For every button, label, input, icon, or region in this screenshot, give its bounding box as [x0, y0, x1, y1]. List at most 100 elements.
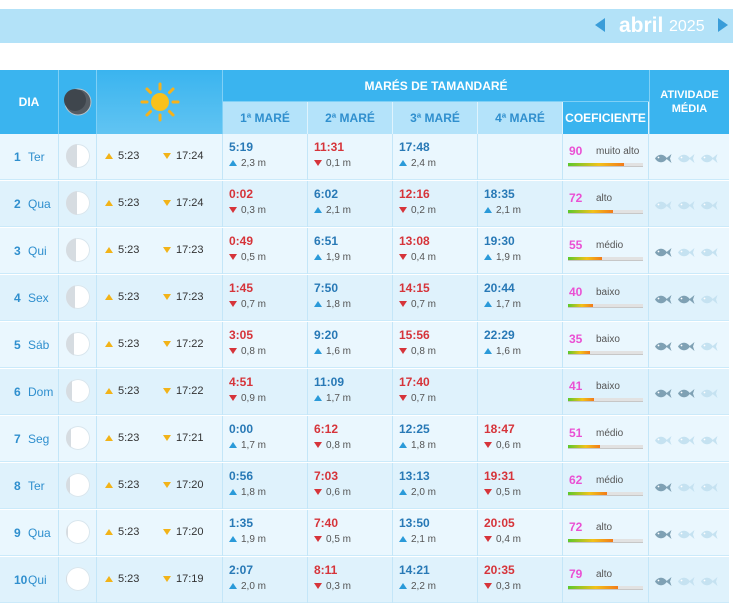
- moon-cell: [59, 322, 97, 368]
- fish-icon: [700, 527, 718, 539]
- tide-time: 11:09: [314, 375, 345, 389]
- tide-height: 0,7 m: [399, 393, 436, 404]
- tide-time: 0:56: [229, 469, 254, 483]
- tide-time: 12:25: [399, 422, 430, 436]
- day-of-week: Qui: [28, 244, 47, 258]
- fish-icon: [677, 339, 695, 351]
- activity-cell: [649, 510, 729, 556]
- moon-phase-icon: [66, 473, 90, 497]
- sunset-arrow-icon: [163, 576, 171, 583]
- tide-time: 6:02: [314, 187, 339, 201]
- tide-cell: 6:51 1,9 m: [308, 228, 393, 274]
- prev-month-arrow-icon[interactable]: [595, 18, 605, 32]
- coefficient-label: médio: [596, 240, 624, 251]
- fish-icon: [677, 527, 695, 539]
- tide-height: 1,6 m: [314, 346, 351, 357]
- sunrise-arrow-icon: [105, 576, 113, 583]
- coefficient-value: 55: [569, 238, 583, 252]
- sun-cell: 5:23 17:21: [97, 416, 223, 462]
- tide-height: 2,4 m: [399, 158, 436, 169]
- table-row: 8 Ter 5:23 17:20 0:56 1,8 m 7:03 0,6 m 13:13 2,0 …: [0, 463, 729, 509]
- tide-height: 1,9 m: [229, 534, 266, 545]
- tide-time: 6:51: [314, 234, 339, 248]
- tide-cell: 6:02 2,1 m: [308, 181, 393, 227]
- coefficient-cell: 51 médio: [563, 416, 649, 462]
- activity-cell: [649, 228, 729, 274]
- activity-cell: [649, 416, 729, 462]
- day-number: 6: [14, 385, 21, 399]
- coefficient-value: 72: [569, 191, 583, 205]
- tide-cell: 2:07 2,0 m: [223, 557, 308, 603]
- tide-height: 2,3 m: [229, 158, 266, 169]
- tide-cell: 5:19 2,3 m: [223, 134, 308, 180]
- coefficient-bar: [568, 586, 643, 590]
- high-tide-icon: [314, 348, 322, 354]
- tide-time: 4:51: [229, 375, 254, 389]
- sunset-time: 17:21: [163, 432, 204, 444]
- next-month-arrow-icon[interactable]: [718, 18, 728, 32]
- low-tide-icon: [484, 536, 492, 542]
- tide-cell: 7:50 1,8 m: [308, 275, 393, 321]
- tide-time: 17:48: [399, 140, 430, 154]
- tide-cell: 22:29 1,6 m: [478, 322, 563, 368]
- tide-cell: 14:21 2,2 m: [393, 557, 478, 603]
- tide-height: 1,9 m: [314, 252, 351, 263]
- tide-cell: 0:00 1,7 m: [223, 416, 308, 462]
- day-cell: 2 Qua: [0, 181, 59, 227]
- day-number: 9: [14, 526, 21, 540]
- coefficient-label: alto: [596, 569, 613, 580]
- coefficient-label: médio: [596, 428, 624, 439]
- sunset-arrow-icon: [163, 247, 171, 254]
- low-tide-icon: [314, 160, 322, 166]
- sunrise-time: 5:23: [105, 244, 139, 256]
- day-of-week: Ter: [28, 479, 45, 493]
- high-tide-icon: [484, 301, 492, 307]
- fish-icon: [654, 339, 672, 351]
- sun-cell: 5:23 17:20: [97, 463, 223, 509]
- tide-time: 14:21: [399, 563, 430, 577]
- tide-time: 2:07: [229, 563, 254, 577]
- sunrise-time: 5:23: [105, 573, 139, 585]
- header-tide-4: 4ª MARÉ: [478, 102, 563, 134]
- tide-cell: [478, 134, 563, 180]
- moon-phase-icon: [66, 426, 90, 450]
- tide-height: 0,8 m: [229, 346, 266, 357]
- tide-height: 0,8 m: [399, 346, 436, 357]
- tide-time: 0:02: [229, 187, 254, 201]
- low-tide-icon: [484, 489, 492, 495]
- low-tide-icon: [314, 583, 322, 589]
- moon-phase-icon: [66, 191, 90, 215]
- sunrise-time: 5:23: [105, 150, 139, 162]
- coefficient-cell: 90 muito alto: [563, 134, 649, 180]
- sunset-time: 17:24: [163, 150, 204, 162]
- sunset-arrow-icon: [163, 482, 171, 489]
- tide-cell: 11:31 0,1 m: [308, 134, 393, 180]
- tide-height: 2,1 m: [314, 205, 351, 216]
- day-number: 5: [14, 338, 21, 352]
- coefficient-cell: 40 baixo: [563, 275, 649, 321]
- moon-cell: [59, 463, 97, 509]
- coefficient-value: 79: [569, 567, 583, 581]
- coefficient-value: 51: [569, 426, 583, 440]
- fish-icon: [677, 480, 695, 492]
- moon-phase-icon: [66, 238, 90, 262]
- sun-cell: 5:23 17:20: [97, 510, 223, 556]
- coefficient-bar: [568, 304, 643, 308]
- tide-time: 1:45: [229, 281, 254, 295]
- sun-icon: [140, 82, 179, 122]
- moon-cell: [59, 181, 97, 227]
- header-tide-2: 2ª MARÉ: [308, 102, 393, 134]
- moon-cell: [59, 557, 97, 603]
- day-cell: 5 Sáb: [0, 322, 59, 368]
- sunrise-arrow-icon: [105, 435, 113, 442]
- tide-height: 0,6 m: [484, 440, 521, 451]
- tide-cell: 8:11 0,3 m: [308, 557, 393, 603]
- tide-cell: 18:47 0,6 m: [478, 416, 563, 462]
- sunrise-arrow-icon: [105, 388, 113, 395]
- tide-height: 0,6 m: [314, 487, 351, 498]
- sunrise-time: 5:23: [105, 338, 139, 350]
- day-of-week: Sex: [28, 291, 49, 305]
- tide-cell: 0:02 0,3 m: [223, 181, 308, 227]
- header-coefficient: COEFICIENTE: [563, 102, 649, 134]
- activity-cell: [649, 322, 729, 368]
